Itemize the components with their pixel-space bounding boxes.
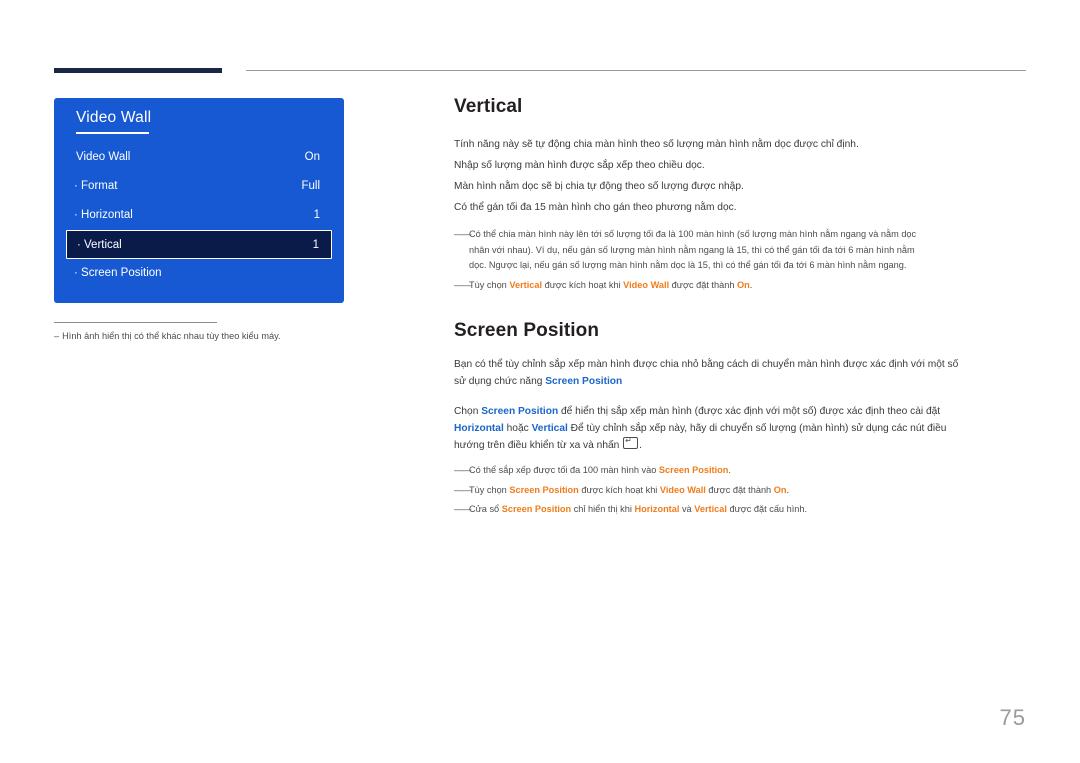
osd-note: – Hình ảnh hiển thị có thể khác nhau tùy … [54,329,354,343]
note-dash: ―― [454,279,471,290]
osd-rows: Video Wall On · Format Full · Horizontal… [54,143,344,288]
osd-row-label: · Horizontal [74,209,133,221]
section-heading-screen-position: Screen Position [454,320,600,341]
sp-note1-p2: . [728,465,731,475]
sp-note2-p0: Tùy chọn [469,484,510,495]
vertical-paragraph-3: Màn hình nằm dọc sẽ bị chia tự động theo… [454,181,744,192]
keyword-vertical: Vertical [531,423,568,434]
enter-key-icon [623,435,639,449]
sp-p2-line2-b: Để tùy chỉnh sắp xếp này, hãy di chuyển … [567,423,947,434]
page-number: 75 [999,705,1026,730]
vertical-note-2-t4: . [749,279,753,290]
sp-p2-line2-a: hoặc [503,423,532,434]
vertical-paragraph-4: Có thể gán tối đa 15 màn hình cho gán th… [454,202,737,213]
vertical-note-1-line2: nhân với nhau). Ví dụ, nếu gán số lượng … [469,244,915,255]
osd-row-format[interactable]: · Format Full [54,172,344,201]
osd-title-underline [76,132,149,134]
vertical-note-2-t2: được kích hoạt khi [542,279,624,290]
keyword-on: On [773,484,787,495]
sp-p2-line1: Chọn Screen Position để hiển thị sắp xếp… [454,403,1029,420]
keyword-on: On [736,279,750,290]
osd-note-text: Hình ảnh hiển thị có thể khác nhau tùy t… [62,331,281,341]
vertical-paragraph-2: Nhập số lượng màn hình được sắp xếp theo… [454,160,705,171]
sp-p2-line3: hướng trên điều khiển từ xa và nhấn . [454,435,1029,454]
note-dash: ―― [454,504,471,514]
keyword-screen-position: Screen Position [658,465,729,475]
osd-row-label: · Format [74,180,118,192]
vertical-note-2: ―― Tùy chọn Vertical được kích hoạt khi V… [454,278,1029,294]
sp-p2-line3-a: hướng trên điều khiển từ xa và nhấn [454,440,623,451]
header-rule-light [246,70,1026,71]
vertical-note-1: ―― Có thể chia màn hình này lên tới số l… [454,227,1029,274]
keyword-screen-position: Screen Position [481,406,559,417]
sp-note2-p6: . [786,484,790,495]
osd-row-video-wall[interactable]: Video Wall On [54,143,344,172]
sp-p2-line3-end: . [639,440,642,451]
osd-row-value: 1 [313,209,320,221]
page-root: Video Wall Video Wall On · Format Full ·… [0,0,1080,763]
header-rule-dark [54,68,222,73]
sp-p1-line1: Bạn có thể tùy chỉnh sắp xếp màn hình đư… [454,359,959,370]
osd-row-label: · Vertical [77,239,122,251]
note-dash: ―― [454,484,471,495]
vertical-paragraph-1: Tính năng này sẽ tự động chia màn hình t… [454,139,859,150]
osd-note-rule [54,322,217,323]
osd-note-dash: – [54,331,60,341]
sp-p2-line1-a: Chọn [454,406,482,417]
sp-p2-line1-b: để hiển thị sắp xếp màn hình (được xác đ… [558,406,941,417]
osd-row-value: On [304,151,320,163]
keyword-screen-position: Screen Position [509,484,579,495]
osd-row-horizontal[interactable]: · Horizontal 1 [54,201,344,230]
keyword-screen-position: Screen Position [501,504,572,514]
vertical-note-1-line3: dọc. Ngược lại, nếu gán số lượng màn hìn… [469,260,907,270]
vertical-note-2-t1: Tùy chọn [469,279,510,290]
vertical-paragraphs: Tính năng này sẽ tự động chia màn hình t… [454,134,1029,218]
vertical-note-1-line1: Có thể chia màn hình này lên tới số lượn… [469,229,917,239]
sp-p2-line2: Horizontal hoặc Vertical Để tùy chỉnh sắ… [454,420,1029,437]
sp-p1-line2: sử dụng chức năng Screen Position [454,373,1029,390]
sp-note3-p2: chỉ hiển thị khi [571,504,635,514]
osd-row-label: · Screen Position [74,267,162,279]
section-heading-vertical: Vertical [454,96,523,117]
screen-position-note-1: ―― Có thể sắp xếp được tối đa 100 màn hìn… [454,463,1029,479]
osd-title: Video Wall [76,109,152,126]
osd-panel: Video Wall Video Wall On · Format Full ·… [54,98,344,303]
osd-row-value: 1 [312,239,319,251]
keyword-video-wall: Video Wall [623,279,670,290]
note-dash: ―― [454,465,471,475]
note-dash: ―― [454,229,471,239]
screen-position-note-3: ―― Cửa sổ Screen Position chỉ hiển thị kh… [454,502,1029,518]
content-column: Vertical Tính năng này sẽ tự động chia m… [454,96,1029,518]
keyword-horizontal: Horizontal [634,504,680,514]
section-screen-position: Screen Position Bạn có thể tùy chỉnh sắp… [454,320,1029,518]
keyword-screen-position: Screen Position [545,376,623,387]
sp-p1-line2-a: sử dụng chức năng [454,376,546,387]
osd-row-value: Full [301,180,320,192]
screen-position-note-2: ―― Tùy chọn Screen Position được kích hoạ… [454,483,1029,499]
sp-note2-p4: được đặt thành [705,484,774,495]
osd-row-screen-position[interactable]: · Screen Position [54,259,344,288]
sp-note3-p4: và [679,504,695,514]
sp-note3-p0: Cửa sổ [469,504,502,514]
sp-note2-p2: được kích hoạt khi [578,484,660,495]
osd-row-label: Video Wall [76,151,131,163]
keyword-vertical: Vertical [694,504,727,514]
sp-note3-p6: được đặt cấu hình. [726,504,808,514]
sp-note1-p0: Có thể sắp xếp được tối đa 100 màn hình … [469,465,659,475]
keyword-horizontal: Horizontal [454,423,504,434]
vertical-note-2-t3: được đặt thành [669,279,737,290]
keyword-video-wall: Video Wall [659,484,706,495]
keyword-vertical: Vertical [509,279,543,290]
osd-row-vertical-selected[interactable]: · Vertical 1 [66,230,332,259]
screen-position-paragraph-1: Bạn có thể tùy chỉnh sắp xếp màn hình đư… [454,356,1029,454]
